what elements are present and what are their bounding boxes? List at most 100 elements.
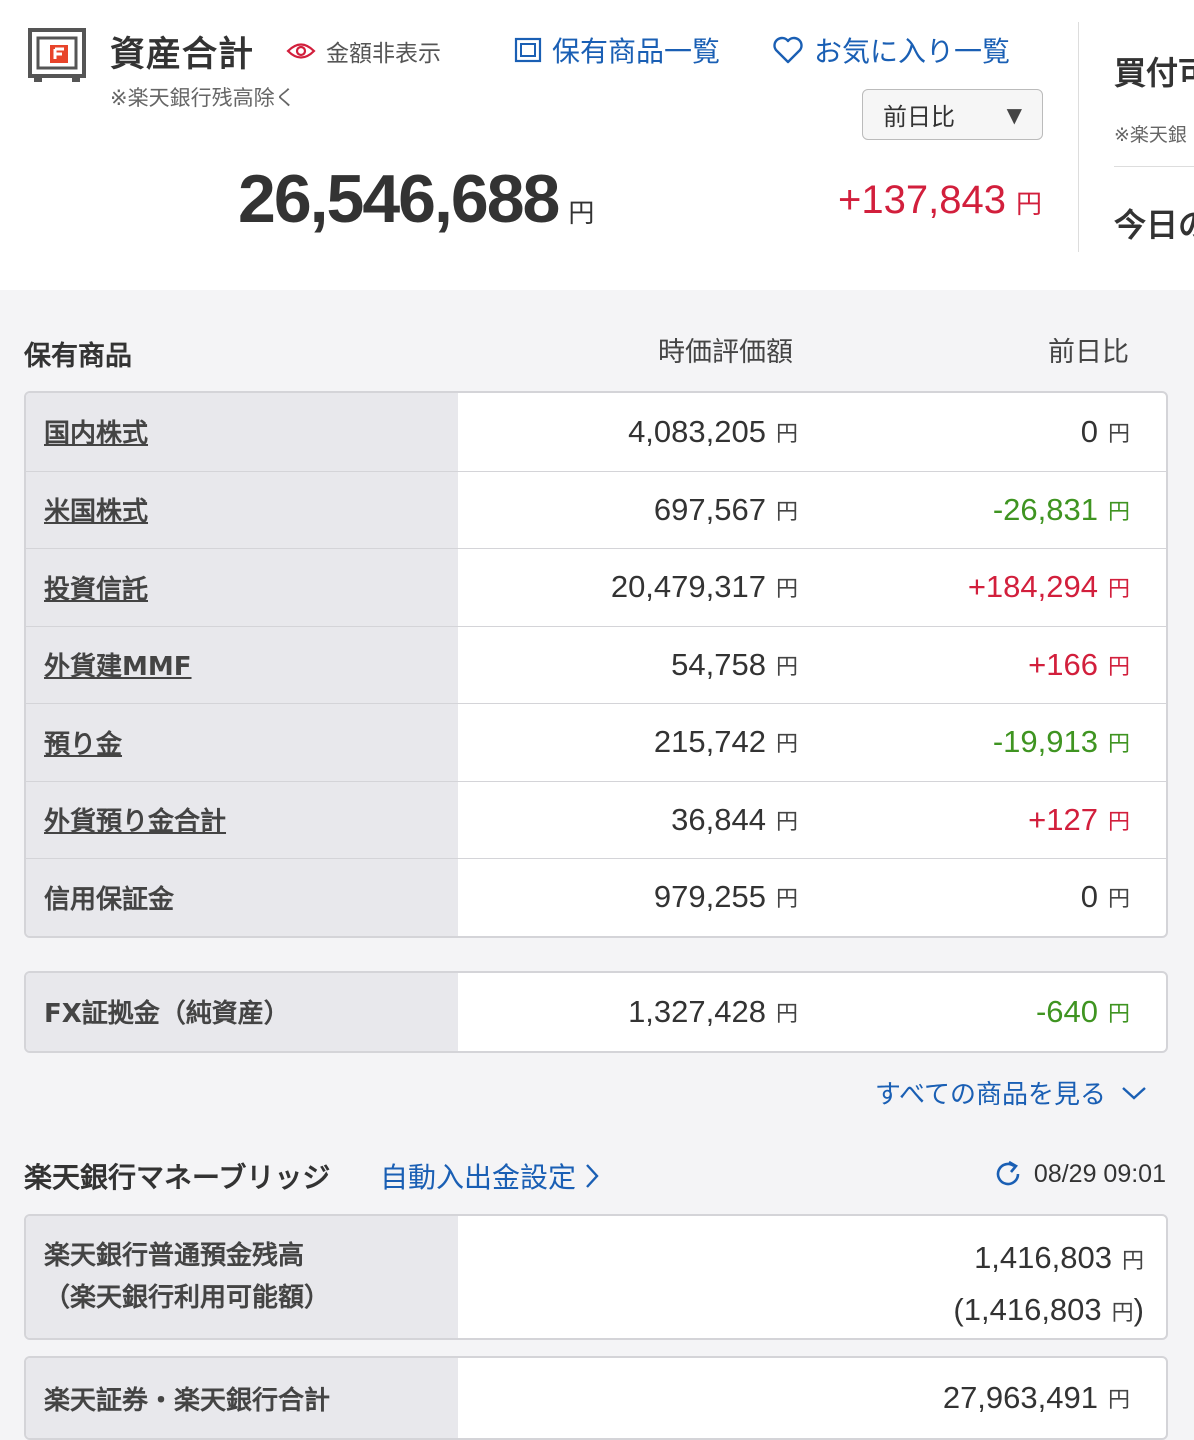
bank-available: (1,416,803 円) — [953, 1286, 1144, 1338]
yen-unit: 円 — [775, 421, 798, 447]
holding-change: +184,294 円 — [968, 549, 1130, 626]
total-assets-value: 26,546,688 — [238, 161, 560, 237]
yen-unit: 円 — [1107, 1001, 1130, 1027]
yen-unit: 円 — [775, 1001, 798, 1027]
fx-margin-change: -640 円 — [1036, 973, 1130, 1051]
yen-unit: 円 — [568, 199, 595, 229]
change-text: -19,913 — [992, 724, 1098, 760]
holding-value: 54,758 円 — [671, 627, 798, 704]
combined-total-table: 楽天証券・楽天銀行合計 27,963,491 円 — [24, 1356, 1168, 1440]
yen-unit: 円 — [1107, 732, 1130, 758]
bank-balance-label-line1: 楽天銀行普通預金残高 — [44, 1241, 305, 1271]
table-row: 投資信託 20,479,317 円 +184,294 円 — [26, 548, 1166, 626]
value-text: 1,327,428 — [628, 993, 766, 1029]
yen-unit: 円 — [775, 887, 798, 913]
hide-amount-toggle[interactable]: 金額非表示 — [286, 34, 441, 68]
table-row: 外貨預り金合計 36,844 円 +127 円 — [26, 780, 1166, 859]
see-all-products-link[interactable]: すべての商品を見る — [875, 1074, 1148, 1111]
column-header-value: 時価評価額 — [658, 337, 793, 368]
today-label: 今日の — [1114, 206, 1194, 244]
combined-total-value: 27,963,491 円 — [943, 1358, 1130, 1438]
holding-change: 0円 — [1081, 859, 1130, 936]
yen-unit: 円 — [1111, 1301, 1134, 1326]
holding-change: +166 円 — [1028, 627, 1130, 704]
fx-margin-label: FX証拠金（純資産） — [26, 973, 458, 1051]
asset-summary: 資産合計 金額非表示 ※楽天銀行残高除く 保有商品一覧 お気に入り一覧 前日比 … — [0, 0, 1194, 290]
refresh-icon[interactable] — [992, 1158, 1024, 1190]
change-text: +166 — [1028, 646, 1098, 682]
holding-value: 979,255 円 — [654, 859, 798, 936]
holding-name[interactable]: 外貨預り金合計 — [26, 781, 458, 858]
bank-update-time: 08/29 09:01 — [992, 1158, 1166, 1190]
holding-change: 0円 — [1081, 393, 1130, 471]
chevron-down-icon — [1122, 1086, 1146, 1100]
value-text: (1,416,803 — [953, 1292, 1102, 1327]
yen-unit: 円 — [775, 809, 798, 835]
auto-transfer-label: 自動入出金設定 — [380, 1161, 577, 1194]
value-text: 36,844 — [671, 801, 766, 837]
holding-name[interactable]: 外貨建MMF — [26, 626, 458, 703]
yen-unit: 円 — [1107, 654, 1130, 680]
yen-unit: 円 — [1107, 421, 1130, 447]
yen-unit: 円 — [775, 732, 798, 758]
safe-icon — [28, 28, 86, 82]
divider — [1078, 22, 1079, 252]
yen-unit: 円 — [1107, 577, 1130, 603]
favorites-link[interactable]: お気に入り一覧 — [772, 30, 1010, 70]
change-text: +184,294 — [967, 569, 1098, 605]
auto-transfer-settings-link[interactable]: 自動入出金設定 — [380, 1156, 600, 1196]
value-text: 4,083,205 — [628, 413, 766, 449]
money-bridge-title: 楽天銀行マネーブリッジ — [24, 1161, 331, 1194]
yen-unit: 円 — [1121, 1249, 1144, 1274]
yen-unit: 円 — [1015, 190, 1042, 220]
bank-balance-label: 楽天銀行普通預金残高 （楽天銀行利用可能額） — [26, 1216, 458, 1338]
table-row: 信用保証金 979,255 円 0 円 — [26, 858, 1166, 936]
value-text: 27,963,491 — [942, 1380, 1098, 1415]
holding-value: 215,742 円 — [654, 704, 798, 781]
holding-name[interactable]: 預り金 — [26, 704, 458, 781]
hide-amount-label: 金額非表示 — [326, 41, 441, 67]
change-text: -26,831 — [992, 491, 1098, 527]
total-change-value: +137,843 — [838, 178, 1006, 222]
value-text: 1,416,803 — [974, 1240, 1112, 1275]
bank-balance: 1,416,803 円 — [953, 1234, 1144, 1286]
bank-balance-table: 楽天銀行普通預金残高 （楽天銀行利用可能額） 1,416,803 円 (1,416… — [24, 1214, 1168, 1340]
divider — [1114, 166, 1194, 167]
change-text: -640 — [1035, 993, 1098, 1029]
yen-unit: 円 — [1107, 809, 1130, 835]
holding-value: 20,479,317 円 — [611, 549, 798, 626]
value-text: 215,742 — [653, 724, 766, 760]
yen-unit: 円 — [775, 654, 798, 680]
holding-value: 4,083,205 円 — [628, 393, 798, 471]
table-row: FX証拠金（純資産） 1,327,428 円 -640 円 — [26, 973, 1166, 1051]
bank-balance-label-line2: （楽天銀行利用可能額） — [44, 1283, 331, 1313]
value-text: 979,255 — [653, 879, 766, 915]
page-title: 資産合計 — [110, 35, 255, 75]
table-row: 外貨建MMF 54,758 円 +166 円 — [26, 625, 1166, 704]
yen-unit: 円 — [1107, 1388, 1130, 1413]
change-text: 0 — [1080, 413, 1098, 449]
total-assets: 26,546,688 円 — [238, 160, 594, 238]
value-text: 697,567 — [653, 491, 766, 527]
holding-change: -19,913 円 — [993, 704, 1130, 781]
holding-name[interactable]: 国内株式 — [26, 393, 458, 471]
list-icon — [514, 37, 542, 63]
compare-period-select[interactable]: 前日比 ▼ — [862, 89, 1043, 140]
yen-unit: 円 — [1107, 887, 1130, 913]
holding-change: +127 円 — [1028, 782, 1130, 859]
holding-name[interactable]: 投資信託 — [26, 549, 458, 626]
change-text: +127 — [1028, 801, 1098, 837]
yen-unit: 円 — [775, 577, 798, 603]
buying-power-title: 買付可 — [1114, 54, 1194, 92]
holdings-list-label: 保有商品一覧 — [552, 35, 721, 68]
holdings-table: 国内株式 4,083,205 円 0 円米国株式 697,567 円 -26,831 円投資信託… — [24, 391, 1168, 938]
table-row: 国内株式 4,083,205 円 0 円 — [26, 393, 1166, 471]
fx-table: FX証拠金（純資産） 1,327,428 円 -640 円 — [24, 971, 1168, 1053]
bank-excluded-note: ※楽天銀行残高除く — [110, 86, 296, 110]
holding-name[interactable]: 米国株式 — [26, 471, 458, 548]
heart-icon — [773, 36, 803, 64]
holding-change: -26,831 円 — [993, 472, 1130, 549]
bank-balance-values: 1,416,803 円 (1,416,803 円) — [953, 1234, 1144, 1338]
compare-select-value: 前日比 — [883, 103, 955, 131]
holdings-list-link[interactable]: 保有商品一覧 — [514, 30, 720, 70]
